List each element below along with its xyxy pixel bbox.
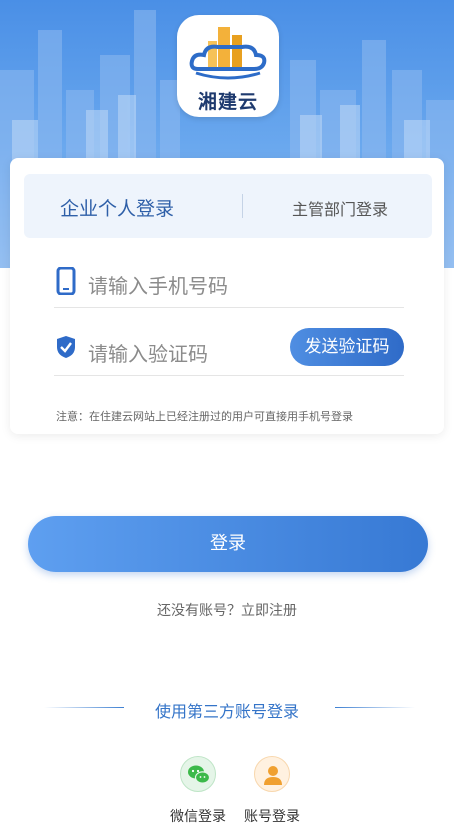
shield-check-icon [56, 335, 76, 363]
third-party-title: 使用第三方账号登录 [154, 702, 299, 721]
notice-text: 注意：在住建云网站上已经注册过的用户可直接用手机号登录 [56, 410, 353, 423]
wechat-login-label: 微信登录 [170, 809, 226, 825]
send-code-button[interactable]: 发送验证码 [290, 328, 404, 366]
phone-input[interactable]: 请输入手机号码 [88, 270, 228, 299]
user-icon[interactable] [254, 756, 290, 792]
divider-line-right [335, 707, 415, 708]
wechat-login-button[interactable]: 微信登录 [166, 756, 230, 825]
phone-field[interactable]: 请输入手机号码 [54, 260, 404, 308]
app-logo: 湘建云 [177, 15, 279, 117]
account-login-button[interactable]: 账号登录 [240, 756, 304, 825]
login-tabs: 企业个人登录 主管部门登录 [24, 174, 432, 238]
logo-text: 湘建云 [197, 91, 258, 113]
register-link[interactable]: 还没有账号？立即注册 [0, 600, 454, 620]
code-input[interactable]: 请输入验证码 [88, 338, 208, 367]
tab-divider [242, 194, 243, 218]
login-card: 企业个人登录 主管部门登录 请输入手机号码 请输入验证码 发送验证码 注意：在住… [10, 158, 444, 434]
tab-enterprise-personal[interactable]: 企业个人登录 [60, 194, 174, 221]
wechat-icon[interactable] [180, 756, 216, 792]
code-field[interactable]: 请输入验证码 发送验证码 [54, 328, 404, 376]
account-login-label: 账号登录 [244, 809, 300, 825]
login-button[interactable]: 登录 [28, 516, 428, 572]
cloud-building-logo-icon [189, 27, 267, 80]
tab-authority[interactable]: 主管部门登录 [292, 196, 388, 220]
phone-icon [56, 266, 76, 299]
